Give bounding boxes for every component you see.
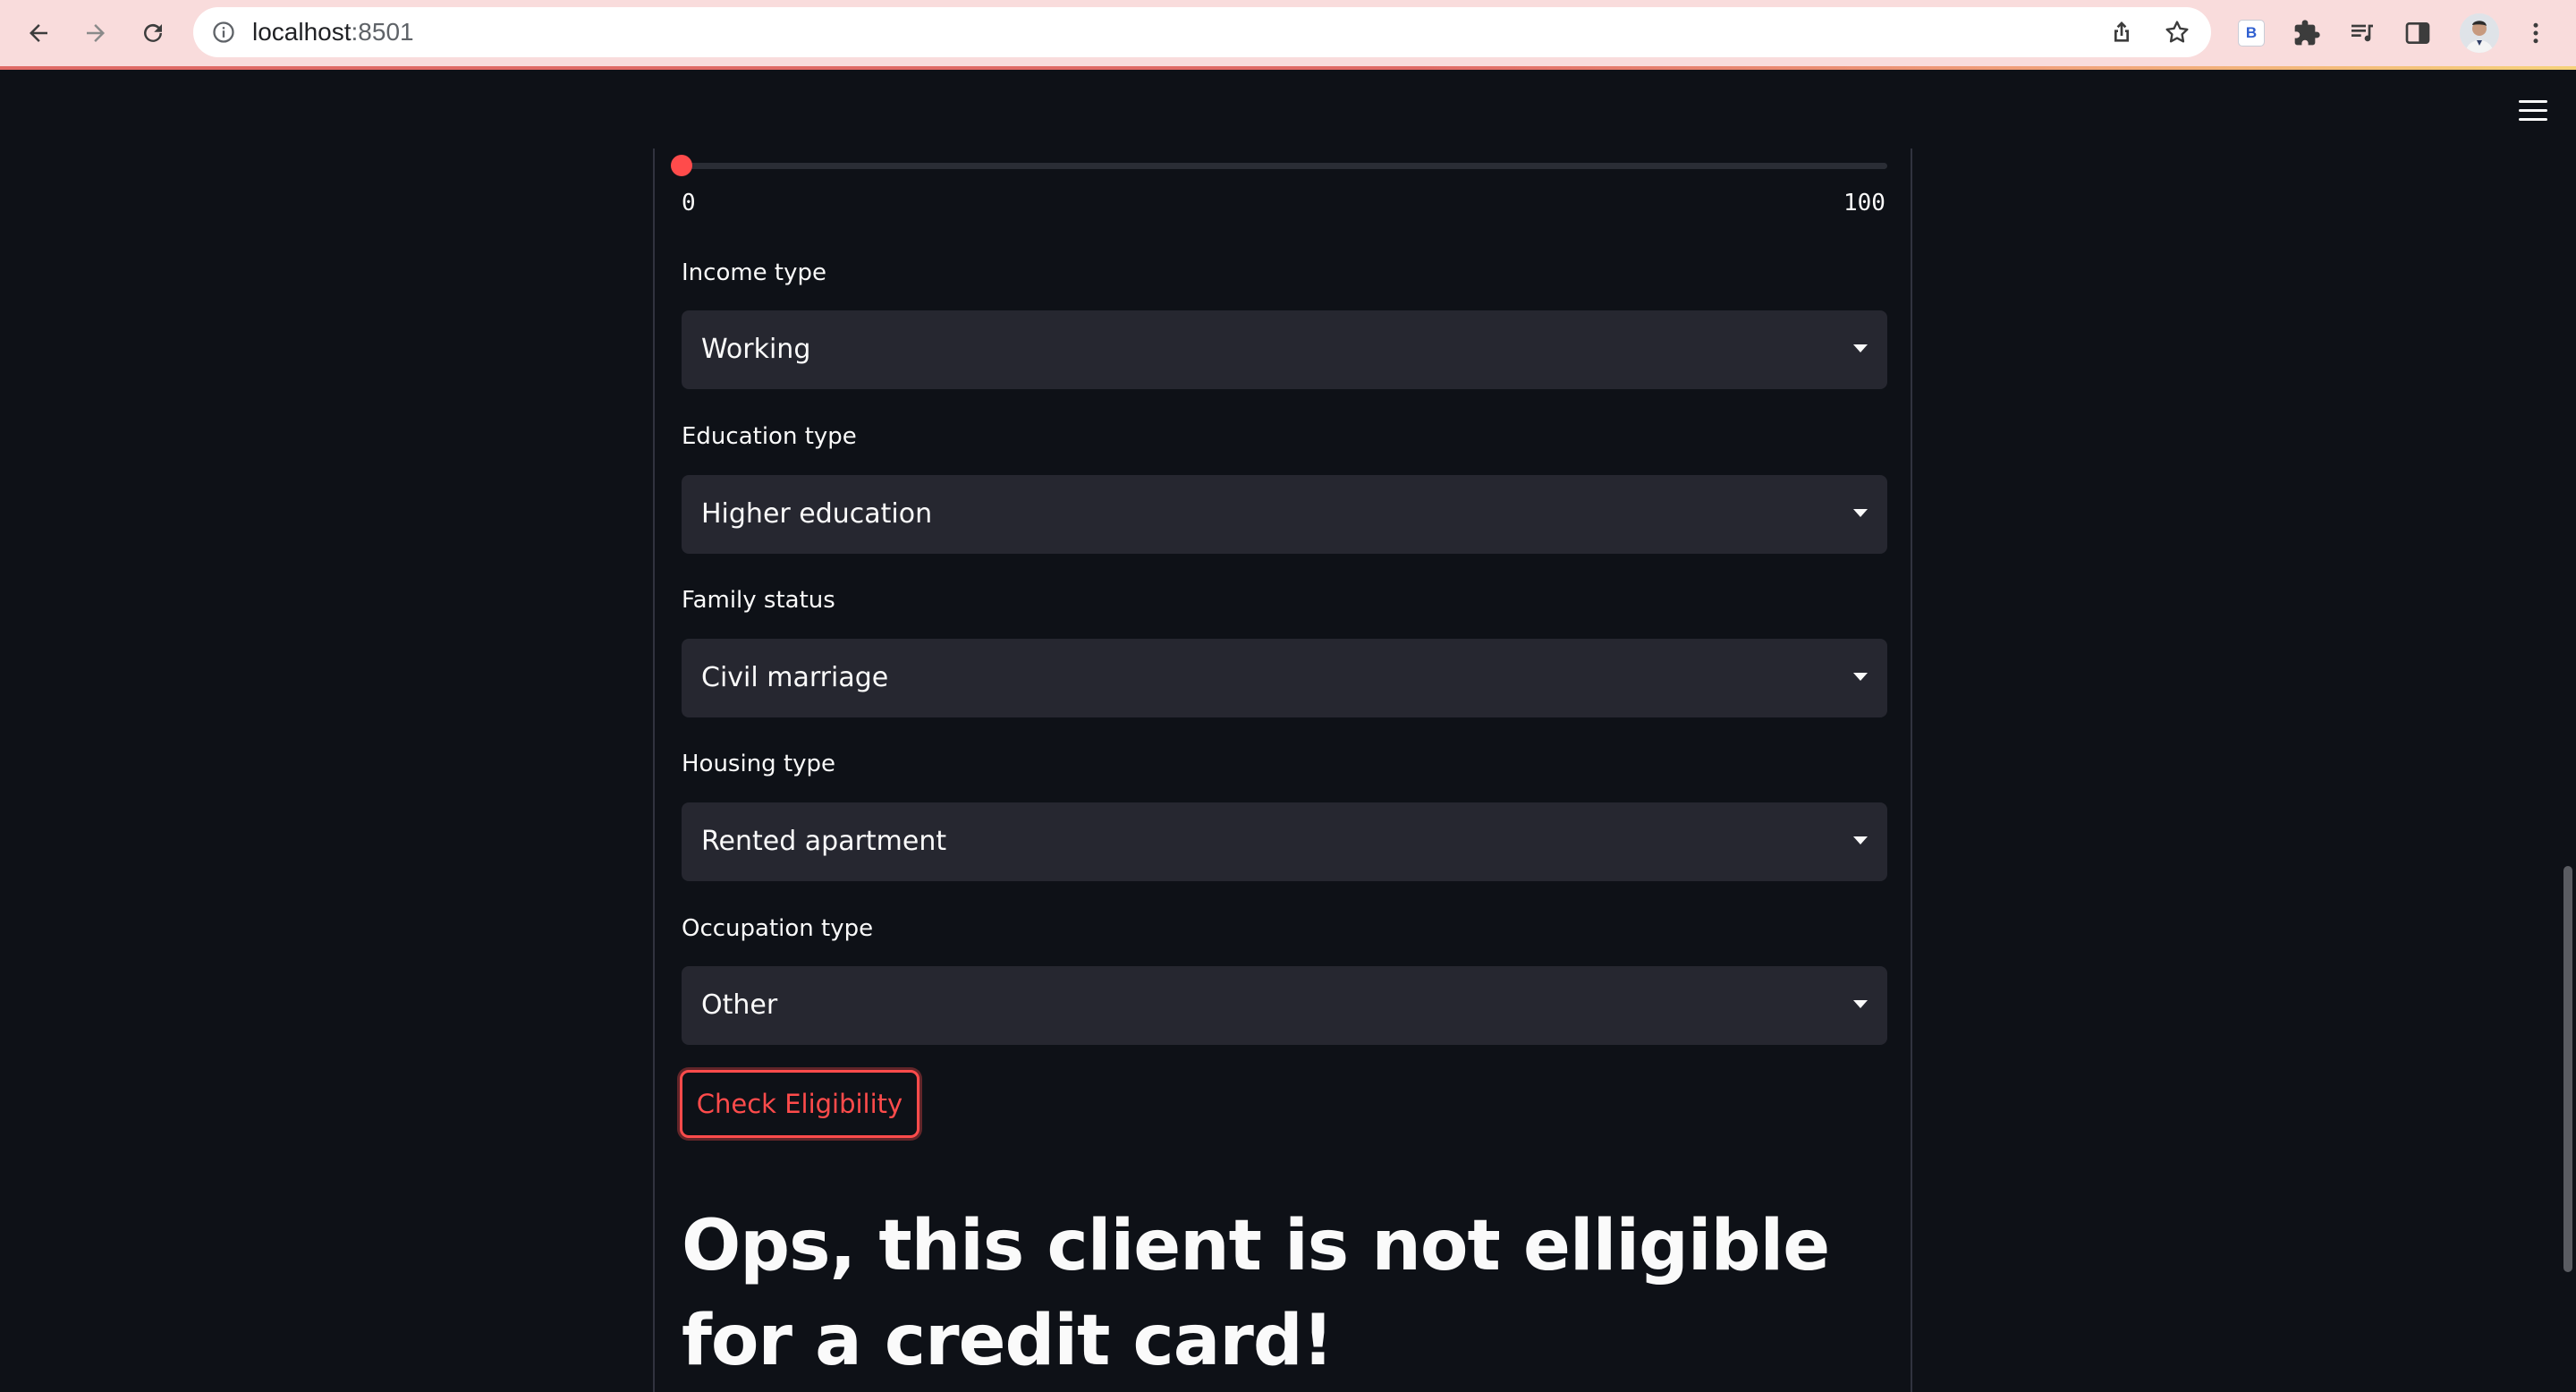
site-info-icon[interactable] (211, 20, 236, 45)
family-status-select[interactable]: Civil marriage (682, 639, 1887, 717)
extension-b-badge: B (2238, 20, 2265, 47)
browser-menu-kebab-icon[interactable] (2515, 13, 2556, 54)
housing-type-select[interactable]: Rented apartment (682, 802, 1887, 881)
education-type-select[interactable]: Higher education (682, 475, 1887, 554)
result-heading: Ops, this client is not elligible for a … (682, 1206, 1830, 1381)
slider-max-label: 100 (1843, 190, 1885, 216)
app-menu-hamburger-icon[interactable] (2515, 97, 2551, 125)
side-panel-icon[interactable] (2399, 14, 2436, 52)
share-icon[interactable] (2107, 18, 2136, 47)
occupation-type-select[interactable]: Other (682, 966, 1887, 1045)
chevron-down-icon (1853, 344, 1868, 352)
profile-avatar[interactable] (2460, 13, 2499, 53)
chevron-down-icon (1853, 1000, 1868, 1008)
housing-type-value: Rented apartment (701, 826, 947, 857)
occupation-type-value: Other (701, 989, 778, 1021)
toolbar-accent-line (0, 66, 2576, 70)
bookmark-star-icon[interactable] (2163, 18, 2191, 47)
housing-type-label: Housing type (682, 751, 836, 777)
extension-b-icon[interactable]: B (2233, 14, 2270, 52)
page-scrollbar-thumb[interactable] (2563, 866, 2572, 1272)
education-type-value: Higher education (701, 498, 933, 530)
url-host: localhost (252, 18, 352, 46)
slider-track[interactable] (682, 163, 1887, 169)
browser-toolbar: localhost:8501 B (0, 0, 2576, 66)
back-icon[interactable] (18, 13, 59, 54)
chevron-down-icon (1853, 673, 1868, 681)
chevron-down-icon (1853, 836, 1868, 845)
income-type-label: Income type (682, 259, 827, 286)
family-status-label: Family status (682, 587, 835, 614)
check-eligibility-button[interactable]: Check Eligibility (680, 1070, 919, 1138)
media-queue-icon[interactable] (2343, 14, 2381, 52)
slider-thumb[interactable] (671, 155, 692, 176)
address-bar[interactable]: localhost:8501 (193, 7, 2211, 57)
reload-icon[interactable] (132, 13, 174, 54)
address-bar-url: localhost:8501 (252, 7, 414, 57)
education-type-label: Education type (682, 423, 857, 450)
slider-min-label: 0 (682, 190, 696, 216)
url-port: :8501 (351, 18, 414, 46)
chevron-down-icon (1853, 509, 1868, 517)
occupation-type-label: Occupation type (682, 915, 874, 942)
income-type-select[interactable]: Working (682, 310, 1887, 389)
forward-icon[interactable] (75, 13, 116, 54)
family-status-value: Civil marriage (701, 662, 889, 693)
extensions-puzzle-icon[interactable] (2288, 14, 2326, 52)
income-type-value: Working (701, 334, 811, 365)
